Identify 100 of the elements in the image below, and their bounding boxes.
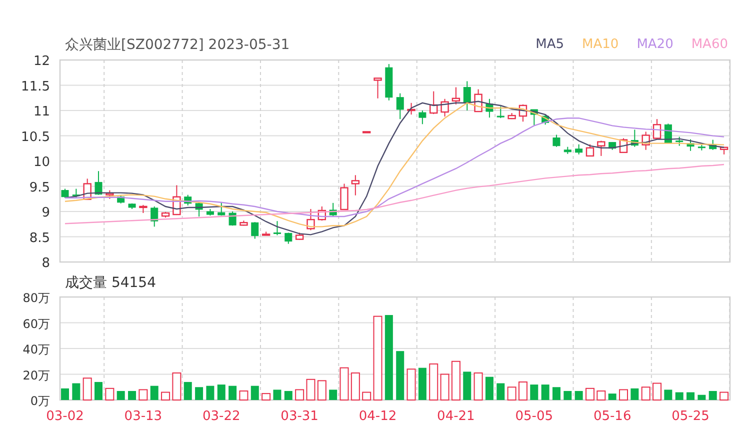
volume-bar xyxy=(619,389,628,400)
volume-bar xyxy=(686,392,695,400)
candlestick xyxy=(172,184,181,216)
candlestick xyxy=(452,86,460,105)
volume-bar xyxy=(541,384,550,400)
legend-label: MA20 xyxy=(636,36,674,54)
volume-bar xyxy=(206,386,214,400)
axis-label: 20万 xyxy=(22,368,50,382)
candlestick xyxy=(318,206,326,222)
candlestick xyxy=(542,114,550,126)
volume-bar xyxy=(61,388,69,400)
candlestick xyxy=(72,188,80,198)
candlestick xyxy=(508,112,516,120)
candlestick xyxy=(184,194,192,206)
volume-bar xyxy=(94,382,102,400)
axis-label: 80万 xyxy=(22,292,50,305)
candlestick xyxy=(530,109,538,126)
axis-label: 04-12 xyxy=(358,409,397,424)
candlestick xyxy=(83,178,92,200)
volume-bar xyxy=(530,384,538,400)
axis-label: 05-05 xyxy=(515,409,554,424)
candlestick xyxy=(709,139,717,150)
volume-bar xyxy=(429,363,438,400)
axis-label: 8.5 xyxy=(29,230,50,246)
volume-bar xyxy=(217,384,226,400)
volume-bar xyxy=(552,387,560,400)
volume-bar xyxy=(138,389,148,400)
volume-bar xyxy=(418,368,426,400)
volume-bar xyxy=(172,372,182,400)
candlestick xyxy=(150,206,158,228)
candlestick xyxy=(698,144,706,151)
volume-bar xyxy=(150,386,158,400)
candlestick xyxy=(608,142,616,150)
volume-bar xyxy=(564,391,572,400)
axis-label: 03-31 xyxy=(280,409,318,424)
axis-label: 0万 xyxy=(30,394,50,408)
candlestick xyxy=(139,204,148,214)
candlestick xyxy=(575,144,583,155)
candlestick xyxy=(430,90,438,115)
candlestick xyxy=(195,202,203,218)
axis-label: 11.5 xyxy=(21,79,50,94)
axis-label: 11 xyxy=(33,104,50,120)
volume-bar xyxy=(161,392,170,400)
chart-title: 众兴菌业[SZ002772] 2023-05-31 xyxy=(65,36,290,54)
volume-bar xyxy=(72,383,80,400)
legend-label: MA10 xyxy=(582,36,619,54)
candlestick xyxy=(652,118,662,140)
candlestick xyxy=(486,98,494,118)
volume-bar xyxy=(698,394,706,400)
candlestick xyxy=(128,202,136,210)
candlestick xyxy=(374,78,382,99)
volume-bar xyxy=(406,368,416,400)
volume-bar xyxy=(262,393,271,400)
candlestick xyxy=(518,104,528,122)
volume-bar xyxy=(518,381,528,400)
volume-bar xyxy=(630,388,639,400)
volume-bar xyxy=(708,391,717,400)
axis-label: 03-13 xyxy=(124,409,162,424)
volume-bar xyxy=(596,390,606,400)
volume-bar xyxy=(396,351,404,400)
axis-label: 10.5 xyxy=(21,130,50,145)
candlestick xyxy=(676,136,684,146)
legend-label: MA5 xyxy=(536,36,564,54)
volume-bar xyxy=(273,390,282,400)
axis-label: 03-02 xyxy=(46,409,84,424)
volume-bar xyxy=(228,386,237,400)
candlestick xyxy=(385,64,393,101)
volume-bar xyxy=(329,390,338,400)
candlestick xyxy=(340,183,348,210)
volume-bar xyxy=(295,389,304,400)
volume-bar xyxy=(195,387,204,400)
axis-label: 9.5 xyxy=(29,180,50,196)
volume-bar xyxy=(664,390,672,400)
volume-bar xyxy=(82,378,92,400)
axis-label: 12 xyxy=(33,54,50,69)
axis-label: 05-25 xyxy=(672,409,710,424)
volume-bar xyxy=(641,386,650,400)
candlestick xyxy=(407,102,416,116)
candlestick xyxy=(329,202,337,217)
candlestick xyxy=(564,146,572,154)
candlestick xyxy=(440,98,449,118)
candlestick xyxy=(218,202,226,216)
candlestick xyxy=(273,220,281,236)
volume-bar xyxy=(350,372,360,400)
candlestick xyxy=(597,140,606,156)
axis-label: 8 xyxy=(42,256,50,271)
candlestick xyxy=(351,174,360,196)
axis-label: 10 xyxy=(33,155,50,170)
volume-bar xyxy=(463,372,472,400)
candlestick xyxy=(117,194,125,204)
volume-bar xyxy=(284,391,292,400)
volume-bar xyxy=(474,372,483,400)
volume-bar xyxy=(496,383,505,400)
volume-bar xyxy=(105,388,114,400)
volume-bar xyxy=(485,376,494,400)
candlestick xyxy=(686,138,694,152)
candlestick xyxy=(61,188,69,198)
axis-label: 40万 xyxy=(22,342,50,356)
candlestick xyxy=(362,131,371,134)
candlestick xyxy=(474,88,482,112)
